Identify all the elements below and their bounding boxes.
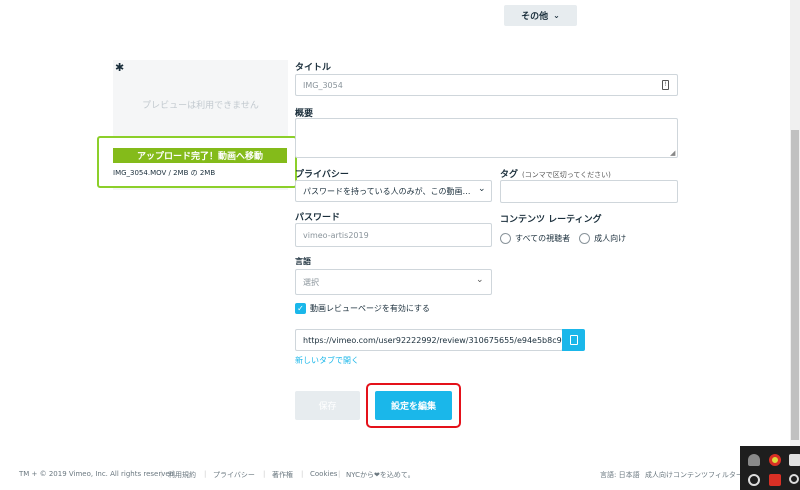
footer: TM + © 2019 Vimeo, Inc. All rights reser…: [0, 462, 743, 484]
footer-link-privacy[interactable]: プライバシー: [213, 470, 255, 480]
footer-divider: |: [301, 470, 304, 478]
review-url-value: https://vimeo.com/user92222992/review/31…: [303, 335, 567, 345]
more-button[interactable]: その他 ⌄: [504, 5, 577, 26]
footer-copyright: TM + © 2019 Vimeo, Inc. All rights reser…: [19, 470, 177, 478]
copy-icon: [569, 335, 578, 345]
radio-icon[interactable]: [579, 233, 591, 244]
copy-url-button[interactable]: [562, 329, 585, 351]
footer-link-terms[interactable]: 利用規約: [168, 470, 196, 480]
footer-divider: |: [204, 470, 207, 478]
footer-link-cookies[interactable]: Cookies: [310, 470, 337, 478]
review-page-checkbox-label: 動画レビューページを有効にする: [310, 304, 430, 313]
footer-adult-filter[interactable]: 成人向けコンテンツフィルター: [645, 470, 743, 480]
title-label: タイトル: [295, 63, 332, 73]
save-button[interactable]: 保存: [295, 391, 360, 420]
footer-made-in: NYCから❤を込めて。: [346, 471, 415, 479]
footer-language[interactable]: 言語: 日本語: [600, 470, 640, 480]
rating-option-adult-label: 成人向け: [594, 234, 627, 243]
gear-icon[interactable]: ✱: [115, 62, 124, 73]
more-button-label: その他: [521, 12, 549, 22]
resize-handle-icon[interactable]: ◢: [670, 150, 675, 157]
info-icon: !: [662, 80, 669, 90]
language-value: 選択: [303, 277, 319, 287]
tag-label-text: タグ: [500, 170, 519, 180]
chevron-down-icon: ⌄: [476, 275, 484, 285]
review-url-input[interactable]: https://vimeo.com/user92222992/review/31…: [295, 329, 567, 351]
title-input[interactable]: IMG_3054 !: [295, 74, 678, 96]
system-tray: [740, 446, 800, 490]
rating-option-all[interactable]: すべての視聴者: [500, 233, 570, 244]
privacy-value: パスワードを持っている人のみが、この動画…: [303, 186, 471, 196]
content-rating-options: すべての視聴者 成人向け: [500, 233, 635, 244]
go-to-video-button[interactable]: アップロード完了！動画へ移動: [113, 148, 287, 163]
password-value: vimeo-artis2019: [303, 230, 369, 240]
chevron-down-icon: ⌄: [553, 11, 560, 20]
status-icon[interactable]: [748, 474, 760, 486]
scrollbar-thumb[interactable]: [791, 130, 799, 440]
upload-file-meta: IMG_3054.MOV / 2MB の 2MB: [113, 169, 216, 177]
footer-link-copyright[interactable]: 著作権: [272, 470, 293, 480]
rating-option-all-label: すべての視聴者: [515, 234, 571, 243]
language-label: 言語: [295, 257, 311, 266]
language-select[interactable]: 選択: [295, 269, 492, 295]
chrome-icon[interactable]: [769, 454, 781, 466]
preview-unavailable-text: プレビューは利用できません: [142, 101, 259, 111]
rating-option-adult[interactable]: 成人向け: [579, 233, 626, 244]
footer-divider: |: [338, 470, 341, 478]
privacy-select[interactable]: パスワードを持っている人のみが、この動画…: [295, 180, 492, 202]
edit-settings-button[interactable]: 設定を編集: [375, 391, 452, 420]
footer-divider: |: [160, 470, 163, 478]
password-label: パスワード: [295, 213, 341, 223]
chevron-down-icon: ⌄: [478, 184, 486, 194]
footer-divider: |: [263, 470, 266, 478]
tag-label: タグ (コンマで区切ってください): [500, 167, 611, 180]
privacy-label: プライバシー: [295, 170, 349, 180]
app-red-icon[interactable]: [769, 474, 781, 486]
content-rating-label: コンテンツ レーティング: [500, 215, 602, 225]
tag-hint: (コンマで区切ってください): [522, 171, 611, 179]
review-page-checkbox[interactable]: ✓: [295, 303, 306, 314]
app-icon[interactable]: [789, 454, 800, 466]
open-new-tab-link[interactable]: 新しいタブで開く: [295, 355, 359, 366]
password-input[interactable]: vimeo-artis2019: [295, 223, 492, 247]
settings-icon[interactable]: [789, 474, 799, 484]
radio-icon[interactable]: [500, 233, 511, 244]
cloud-icon[interactable]: [748, 454, 760, 466]
tag-input[interactable]: [500, 180, 678, 203]
description-textarea[interactable]: [295, 118, 678, 158]
title-placeholder: IMG_3054: [303, 80, 343, 90]
